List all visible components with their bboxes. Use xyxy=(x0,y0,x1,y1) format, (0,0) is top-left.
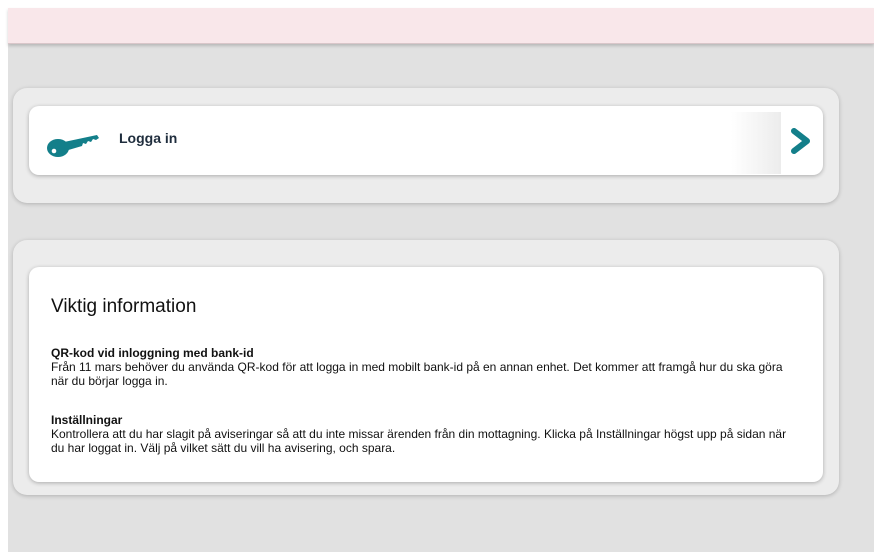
section-body: Kontrollera att du har slagit på aviseri… xyxy=(51,427,787,455)
login-panel: Logga in xyxy=(13,88,839,203)
fade-gradient xyxy=(731,112,781,174)
top-header-bar xyxy=(8,8,874,44)
section-heading: QR-kod vid inloggning med bank-id xyxy=(51,346,254,360)
login-arrow-button[interactable] xyxy=(781,106,823,175)
section-heading: Inställningar xyxy=(51,413,123,427)
section-body: Från 11 mars behöver du använda QR-kod f… xyxy=(51,360,783,388)
info-section-qr: QR-kod vid inloggning med bank-id Från 1… xyxy=(51,346,801,388)
login-label: Logga in xyxy=(119,130,178,146)
info-panel: Viktig information QR-kod vid inloggning… xyxy=(13,240,839,495)
login-button[interactable]: Logga in xyxy=(29,106,823,175)
chevron-right-icon xyxy=(791,128,810,154)
page-background: Logga in Viktig information QR-kod vid i… xyxy=(8,8,874,552)
info-section-settings: Inställningar Kontrollera att du har sla… xyxy=(51,413,801,455)
key-icon xyxy=(47,135,99,157)
info-card: Viktig information QR-kod vid inloggning… xyxy=(29,267,823,482)
info-title: Viktig information xyxy=(51,296,197,317)
